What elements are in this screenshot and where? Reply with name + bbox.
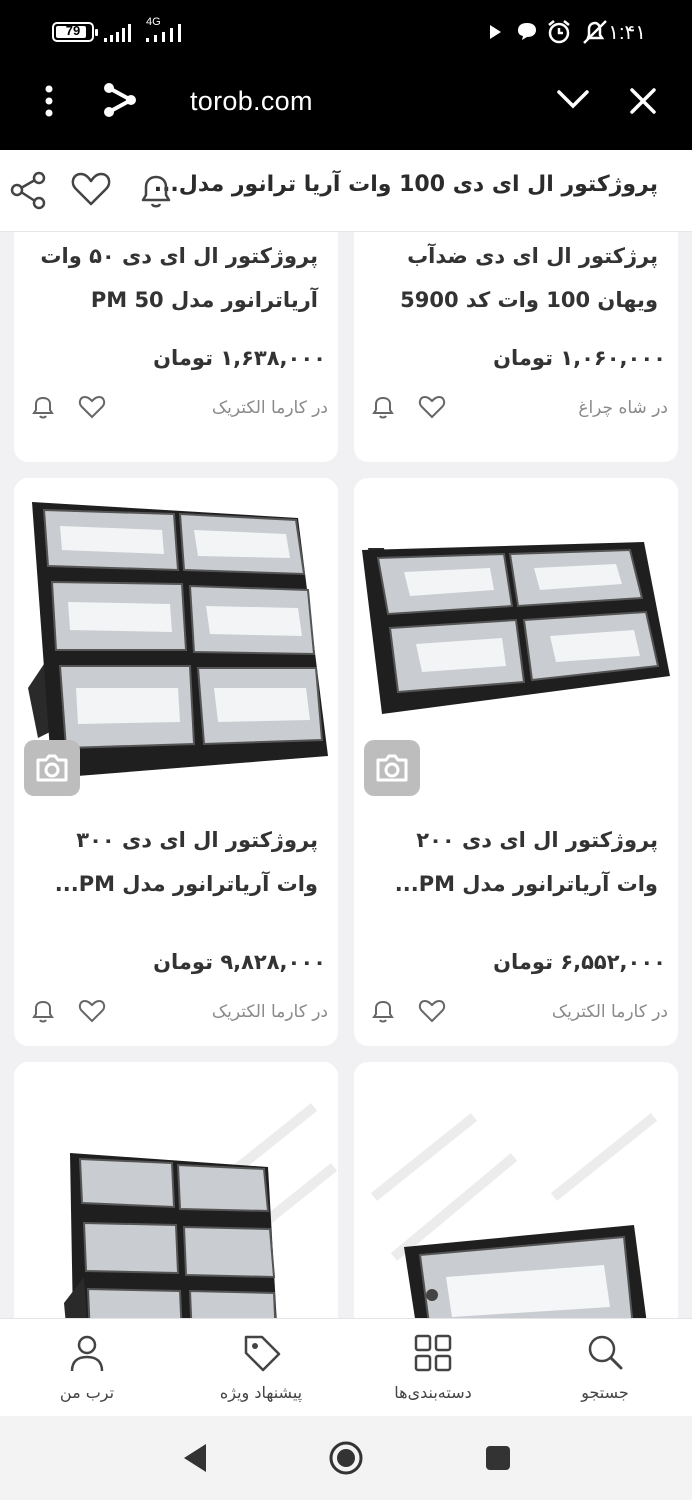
product-price: ۶,۵۵۲,۰۰۰ تومان bbox=[493, 950, 666, 974]
nav-search[interactable]: جستجو bbox=[530, 1319, 680, 1417]
close-icon[interactable] bbox=[628, 86, 658, 116]
signal-4g-icon bbox=[146, 24, 181, 42]
clock: ۱:۴۱ bbox=[608, 22, 646, 44]
alarm-icon bbox=[548, 20, 570, 44]
product-grid: پرژکتور ال ای دی ضدآب ویهان 100 وات کد 5… bbox=[0, 232, 692, 1318]
more-vertical-icon[interactable] bbox=[42, 84, 56, 118]
system-navigation-bar bbox=[0, 1416, 692, 1500]
product-name[interactable]: پرژکتور ال ای دی ضدآب ویهان 100 وات کد 5… bbox=[368, 234, 658, 322]
user-icon bbox=[70, 1335, 104, 1372]
product-name[interactable]: پروژکتور ال ای دی ۳۰۰ وات آریاترانور مدل… bbox=[28, 818, 318, 906]
battery-icon: 79 bbox=[52, 22, 98, 42]
heart-icon[interactable] bbox=[78, 394, 106, 420]
product-name[interactable]: پروژکتور ال ای دی ۵۰ وات آریاترانور مدل … bbox=[28, 234, 318, 322]
chat-icon bbox=[518, 23, 536, 40]
bell-icon[interactable] bbox=[30, 393, 56, 421]
status-bar: 79 4G ۱:۴۱ bbox=[0, 0, 692, 62]
home-icon[interactable] bbox=[328, 1440, 364, 1476]
battery-level: 79 bbox=[65, 23, 81, 38]
product-card[interactable] bbox=[354, 1062, 678, 1318]
chevron-down-icon[interactable] bbox=[556, 88, 590, 110]
nav-label: دسته‌بندی‌ها bbox=[394, 1383, 472, 1402]
shop-name: در شاه چراغ bbox=[578, 398, 668, 418]
bell-icon[interactable] bbox=[136, 170, 176, 212]
camera-icon[interactable] bbox=[364, 740, 420, 796]
share-icon[interactable] bbox=[8, 170, 48, 210]
signal-icon bbox=[104, 24, 131, 42]
bell-icon[interactable] bbox=[370, 997, 396, 1025]
tag-icon bbox=[244, 1335, 281, 1372]
bell-icon[interactable] bbox=[370, 393, 396, 421]
product-price: ۱,۰۶۰,۰۰۰ تومان bbox=[493, 346, 666, 370]
product-card[interactable]: پروژکتور ال ای دی ۵۰ وات آریاترانور مدل … bbox=[14, 232, 338, 462]
product-card[interactable] bbox=[14, 1062, 338, 1318]
back-icon[interactable] bbox=[180, 1442, 210, 1474]
nav-label: جستجو bbox=[581, 1383, 629, 1402]
product-image[interactable] bbox=[14, 1062, 338, 1318]
camera-icon[interactable] bbox=[24, 740, 80, 796]
product-image[interactable] bbox=[354, 1062, 678, 1318]
mute-icon bbox=[583, 20, 607, 44]
share-link-icon[interactable] bbox=[100, 80, 140, 120]
product-name[interactable]: پروژکتور ال ای دی ۲۰۰ وات آریاترانور مدل… bbox=[368, 818, 658, 906]
nav-my-torob[interactable]: ترب من bbox=[12, 1319, 162, 1417]
product-card[interactable]: پرژکتور ال ای دی ضدآب ویهان 100 وات کد 5… bbox=[354, 232, 678, 462]
heart-icon[interactable] bbox=[70, 170, 112, 208]
browser-toolbar: torob.com bbox=[0, 62, 692, 150]
search-icon bbox=[588, 1335, 623, 1370]
heart-icon[interactable] bbox=[418, 998, 446, 1024]
shop-name: در کارما الکتریک bbox=[211, 398, 328, 418]
nav-label: ترب من bbox=[59, 1383, 115, 1402]
heart-icon[interactable] bbox=[78, 998, 106, 1024]
grid-icon bbox=[414, 1334, 452, 1372]
bell-icon[interactable] bbox=[30, 997, 56, 1025]
bottom-nav: جستجو دسته‌بندی‌ها پیشنهاد ویژه ترب من bbox=[0, 1318, 692, 1416]
nav-categories[interactable]: دسته‌بندی‌ها bbox=[358, 1319, 508, 1417]
play-icon bbox=[490, 25, 501, 39]
url-text[interactable]: torob.com bbox=[190, 86, 313, 117]
product-price: ۹,۸۲۸,۰۰۰ تومان bbox=[153, 950, 326, 974]
shop-name: در کارما الکتریک bbox=[211, 1002, 328, 1022]
recents-icon[interactable] bbox=[484, 1444, 512, 1472]
heart-icon[interactable] bbox=[418, 394, 446, 420]
nav-label: پیشنهاد ویژه bbox=[219, 1383, 303, 1402]
page-title: پروژکتور ال ای دی 100 وات آریا ترانور مد… bbox=[153, 172, 658, 197]
nav-special-offers[interactable]: پیشنهاد ویژه bbox=[186, 1319, 336, 1417]
product-card[interactable]: پروژکتور ال ای دی ۳۰۰ وات آریاترانور مدل… bbox=[14, 478, 338, 1046]
product-card[interactable]: پروژکتور ال ای دی ۲۰۰ وات آریاترانور مدل… bbox=[354, 478, 678, 1046]
product-price: ۱,۶۳۸,۰۰۰ تومان bbox=[153, 346, 326, 370]
shop-name: در کارما الکتریک bbox=[551, 1002, 668, 1022]
